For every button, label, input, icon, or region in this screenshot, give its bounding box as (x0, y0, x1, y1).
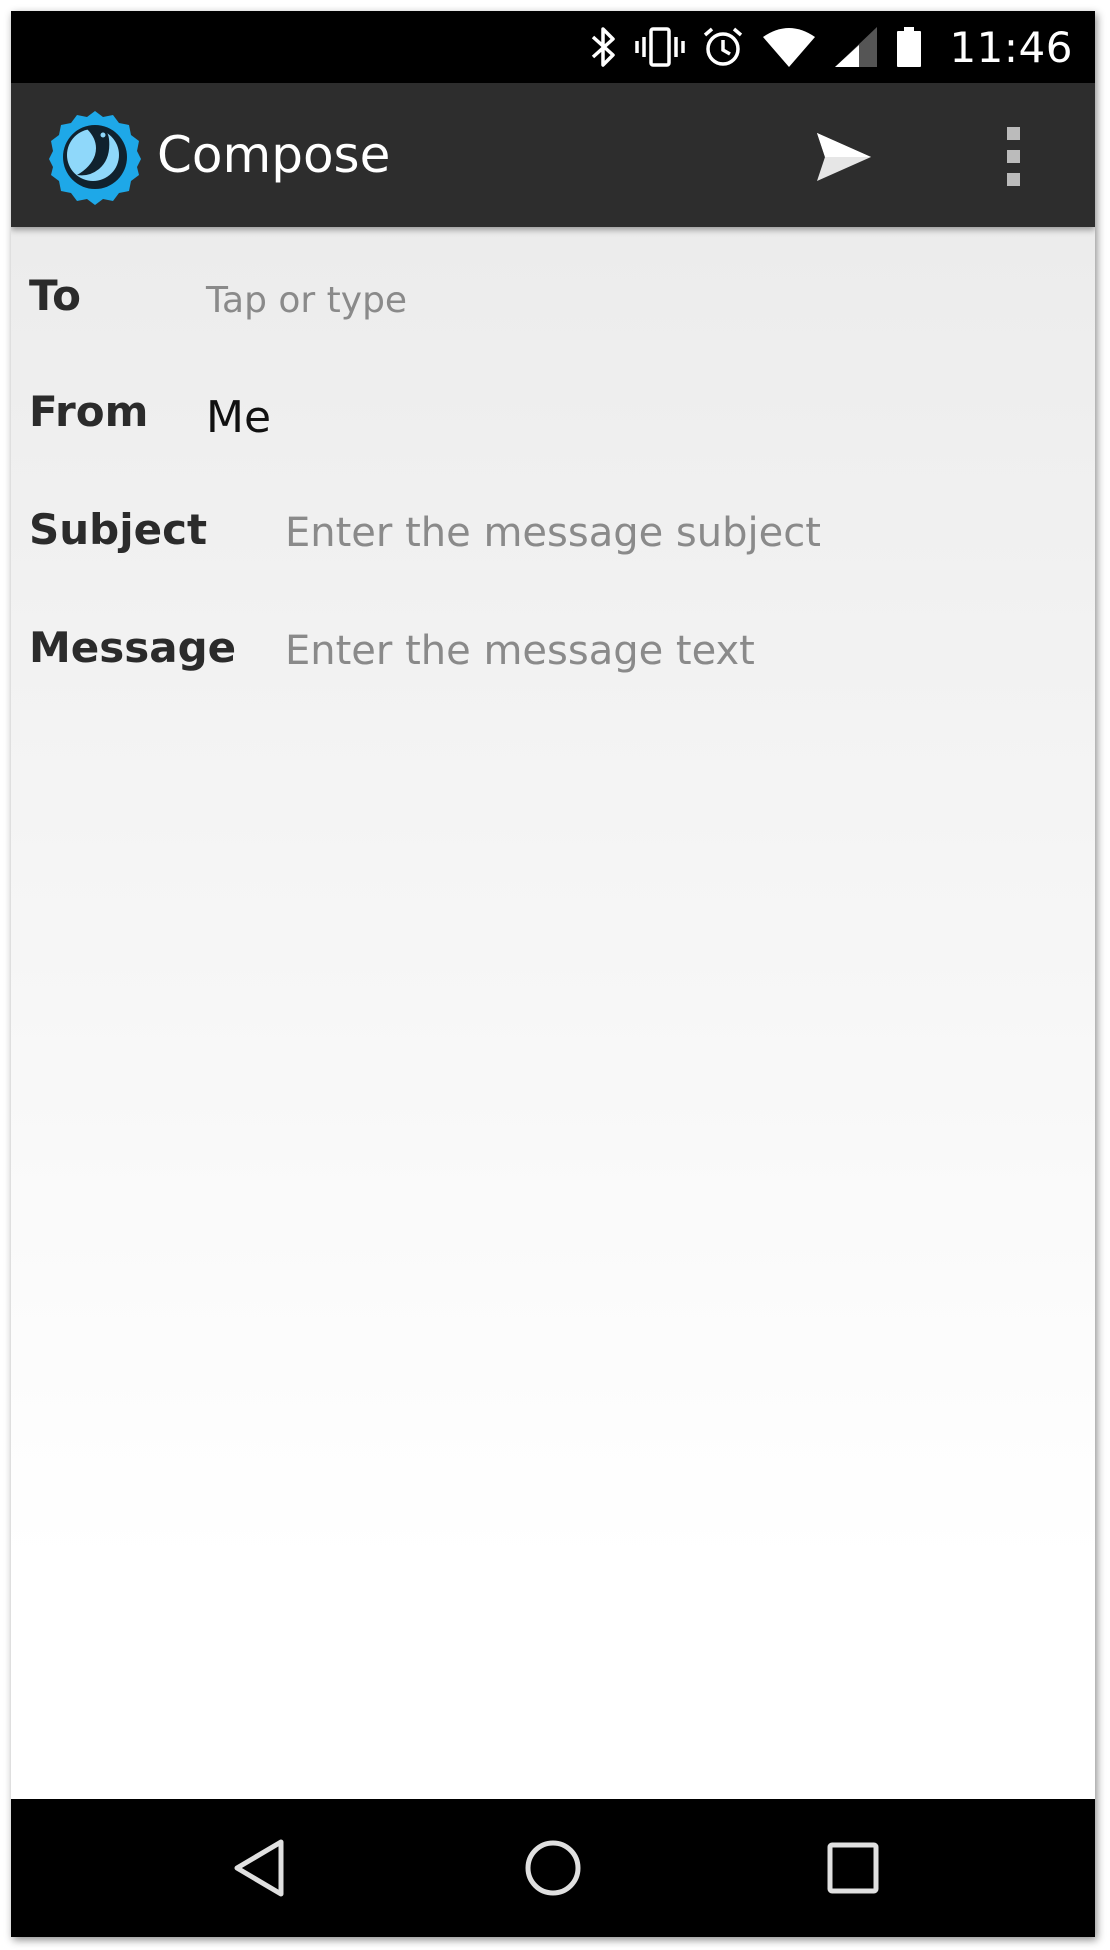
wifi-icon (763, 28, 816, 67)
recents-icon[interactable] (817, 1832, 889, 1904)
navigation-bar (11, 1799, 1095, 1937)
app-title: Compose (157, 126, 391, 184)
to-field[interactable]: Tap or type (206, 280, 407, 321)
battery-icon (897, 27, 922, 67)
from-field[interactable]: Me (206, 392, 271, 443)
to-label: To (29, 271, 81, 320)
alarm-icon (704, 27, 743, 66)
bluetooth-icon (592, 27, 616, 67)
signal-icon (835, 27, 878, 67)
overflow-menu-icon[interactable] (993, 117, 1033, 197)
subject-field[interactable]: Enter the message subject (285, 510, 821, 556)
app-bar: Compose (11, 83, 1095, 227)
status-icons: 11:46 (589, 11, 1073, 83)
send-icon[interactable] (801, 117, 881, 197)
back-icon[interactable] (225, 1832, 297, 1904)
subject-label: Subject (29, 505, 208, 554)
from-label: From (29, 387, 149, 436)
vibrate-icon (635, 27, 686, 67)
phone-screen: 11:46 Compose To Tap or type From Me Sub… (11, 11, 1095, 1937)
status-clock: 11:46 (949, 22, 1073, 72)
message-label: Message (29, 623, 237, 672)
compose-form: To Tap or type From Me Subject Enter the… (11, 227, 1095, 1799)
message-field[interactable]: Enter the message text (285, 628, 755, 674)
status-bar: 11:46 (11, 11, 1095, 83)
app-logo-icon[interactable] (47, 109, 143, 205)
home-icon[interactable] (517, 1832, 589, 1904)
